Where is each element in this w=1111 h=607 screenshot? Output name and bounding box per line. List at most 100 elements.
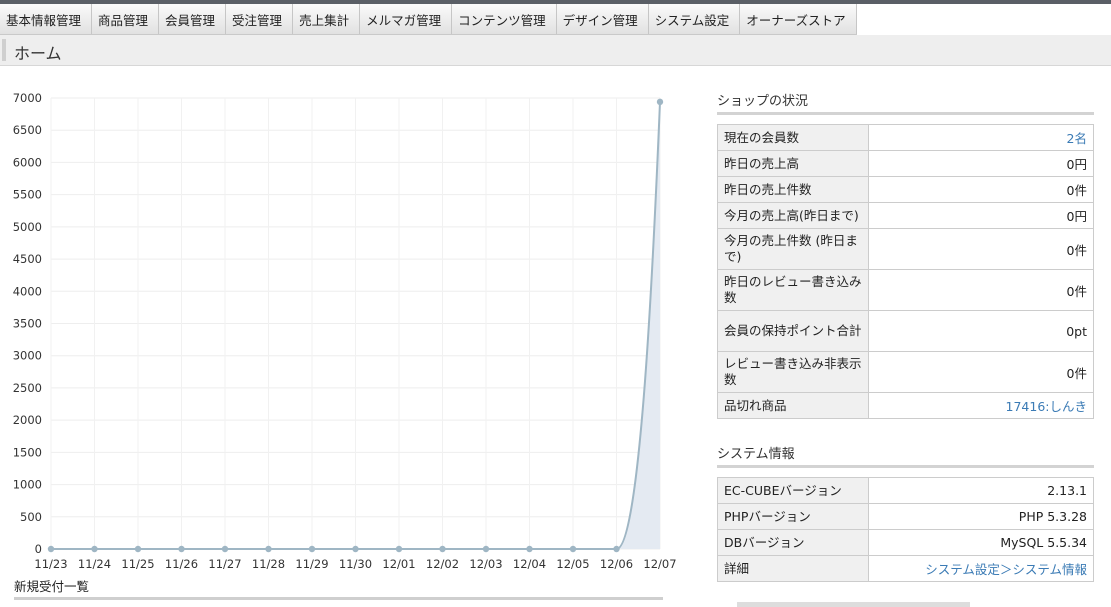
status-label: 今月の売上件数 (昨日まで): [717, 228, 869, 270]
system-info-detail-link[interactable]: システム設定＞システム情報: [868, 555, 1094, 582]
status-value: 0件: [868, 269, 1094, 311]
system-value: 2.13.1: [868, 477, 1094, 504]
x-tick-label: 11/30: [339, 557, 372, 571]
status-value: 0件: [868, 176, 1094, 203]
y-tick-label: 4500: [13, 252, 42, 266]
table-row: 品切れ商品 17416:しんき: [717, 392, 1094, 419]
y-tick-label: 0: [35, 542, 42, 556]
bottom-scroll-indicator: [737, 602, 970, 607]
status-label: 今月の売上高(昨日まで): [717, 202, 869, 229]
table-row: PHPバージョン PHP 5.3.28: [717, 503, 1094, 530]
system-info-divider: [717, 465, 1094, 468]
x-tick-label: 11/28: [252, 557, 285, 571]
status-label: 昨日の売上件数: [717, 176, 869, 203]
system-info-heading: システム情報: [717, 447, 795, 462]
y-tick-label: 6000: [13, 155, 42, 169]
status-value: 0件: [868, 228, 1094, 270]
status-label: 昨日の売上高: [717, 150, 869, 177]
data-point: [134, 545, 142, 553]
status-label: 品切れ商品: [717, 392, 869, 419]
x-tick-label: 11/25: [121, 557, 154, 571]
table-row: 今月の売上件数 (昨日まで) 0件: [717, 228, 1094, 270]
status-label: レビュー書き込み非表示数: [717, 351, 869, 393]
data-point: [569, 545, 577, 553]
nav-members[interactable]: 会員管理: [159, 4, 227, 34]
system-label: 詳細: [717, 555, 869, 582]
sales-chart: 0 500 1000 1500 2000 2500 3000 3500 4000 4500 5000…: [13, 91, 677, 571]
y-tick-label: 3000: [13, 349, 42, 363]
table-row: 昨日のレビュー書き込み数 0件: [717, 269, 1094, 311]
y-tick-label: 1000: [13, 478, 42, 492]
x-tick-label: 12/01: [382, 557, 415, 571]
data-point: [47, 545, 55, 553]
y-tick-label: 2000: [13, 413, 42, 427]
x-tick-label: 11/27: [208, 557, 241, 571]
nav-owners-store[interactable]: オーナーズストア: [740, 4, 857, 34]
system-label: PHPバージョン: [717, 503, 869, 530]
status-value: 0件: [868, 351, 1094, 393]
y-tick-label: 1500: [13, 445, 42, 459]
x-tick-label: 11/23: [34, 557, 67, 571]
table-row: 昨日の売上高 0円: [717, 150, 1094, 177]
nav-system[interactable]: システム設定: [648, 4, 741, 34]
main-nav: 基本情報管理 商品管理 会員管理 受注管理 売上集計 メルマガ管理 コンテンツ管…: [0, 4, 857, 35]
table-row: 会員の保持ポイント合計 0pt: [717, 310, 1094, 352]
shop-status-heading: ショップの状況: [717, 94, 809, 109]
table-row: 昨日の売上件数 0件: [717, 176, 1094, 203]
x-tick-label: 12/04: [513, 557, 546, 571]
y-tick-label: 2500: [13, 381, 42, 395]
data-point: [613, 545, 620, 553]
status-label: 現在の会員数: [717, 124, 869, 151]
y-tick-label: 7000: [13, 91, 42, 105]
chart-grid: [50, 97, 661, 550]
shop-status-divider: [717, 112, 1094, 115]
out-of-stock-link[interactable]: 17416:しんき: [868, 392, 1094, 419]
x-tick-label: 12/06: [600, 557, 633, 571]
status-value: 0円: [868, 150, 1094, 177]
new-orders-divider: [14, 597, 663, 600]
data-point: [221, 545, 229, 553]
system-value: MySQL 5.5.34: [868, 529, 1094, 556]
data-point: [526, 545, 533, 553]
nav-mailmagazine[interactable]: メルマガ管理: [360, 4, 453, 34]
nav-orders[interactable]: 受注管理: [226, 4, 294, 34]
title-accent: [2, 39, 6, 61]
table-row: EC-CUBEバージョン 2.13.1: [717, 477, 1094, 504]
x-tick-label: 11/26: [165, 557, 198, 571]
x-tick-label: 11/29: [295, 557, 328, 571]
status-label: 昨日のレビュー書き込み数: [717, 269, 869, 311]
x-tick-label: 12/07: [643, 557, 676, 571]
system-value: PHP 5.3.28: [868, 503, 1094, 530]
x-tick-label: 12/05: [556, 557, 589, 571]
data-point: [178, 545, 185, 553]
nav-sales[interactable]: 売上集計: [293, 4, 361, 34]
chart-y-axis: 0 500 1000 1500 2000 2500 3000 3500 4000 4500 5000…: [13, 91, 42, 556]
nav-contents[interactable]: コンテンツ管理: [452, 4, 557, 34]
status-label: 会員の保持ポイント合計: [717, 310, 869, 352]
status-value: 0円: [868, 202, 1094, 229]
system-label: EC-CUBEバージョン: [717, 477, 869, 504]
nav-products[interactable]: 商品管理: [92, 4, 160, 34]
data-point: [395, 545, 403, 553]
nav-design[interactable]: デザイン管理: [556, 4, 649, 34]
system-label: DBバージョン: [717, 529, 869, 556]
page-title-bar: ホーム: [0, 35, 1111, 66]
y-tick-label: 5000: [13, 220, 42, 234]
y-tick-label: 5500: [13, 188, 42, 202]
table-row: 現在の会員数 2名: [717, 124, 1094, 151]
x-tick-label: 12/03: [469, 557, 502, 571]
nav-basic-info[interactable]: 基本情報管理: [0, 4, 93, 34]
data-point: [656, 98, 664, 106]
table-row: 詳細 システム設定＞システム情報: [717, 555, 1094, 582]
y-tick-label: 4000: [13, 284, 42, 298]
data-point: [308, 545, 316, 553]
shop-status-table: 現在の会員数 2名 昨日の売上高 0円 昨日の売上件数 0件 今月の売上高(昨日…: [717, 124, 1094, 419]
data-point: [439, 545, 446, 553]
table-row: DBバージョン MySQL 5.5.34: [717, 529, 1094, 556]
y-tick-label: 6500: [13, 123, 42, 137]
status-value: 0pt: [868, 310, 1094, 352]
y-tick-label: 500: [20, 510, 42, 524]
page-title: ホーム: [14, 44, 62, 63]
x-tick-label: 11/24: [78, 557, 111, 571]
member-count-link[interactable]: 2名: [868, 124, 1094, 151]
